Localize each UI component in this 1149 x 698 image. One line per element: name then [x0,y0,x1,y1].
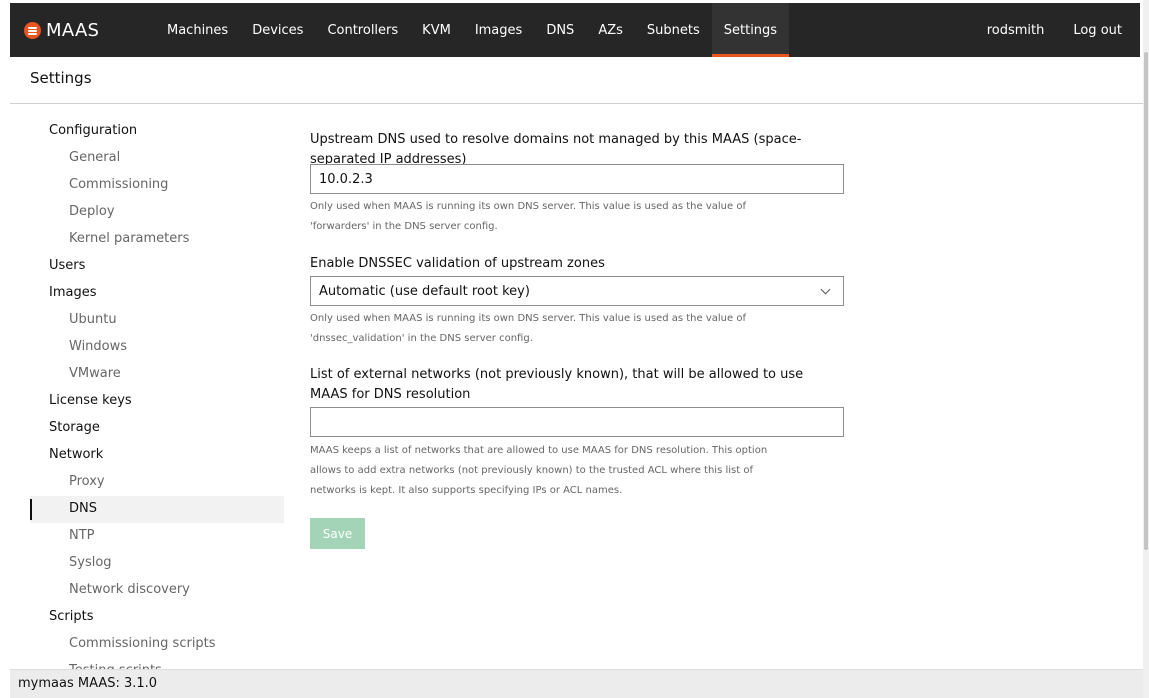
nav-kvm[interactable]: KVM [410,3,463,57]
sidebar-item-users[interactable]: Users [30,253,284,280]
sidebar-item-ntp[interactable]: NTP [30,523,284,550]
sidebar-item-scripts[interactable]: Scripts [30,604,284,631]
save-button[interactable]: Save [310,518,365,549]
scrollbar-thumb[interactable] [1144,52,1148,550]
page-title: Settings [30,69,92,87]
maas-logo-icon [24,21,41,39]
settings-sidebar: Configuration General Commissioning Depl… [30,118,284,685]
upstream-dns-help: Only used when MAAS is running its own D… [310,201,746,232]
nav-logout[interactable]: Log out [1061,3,1140,57]
nav-azs[interactable]: AZs [586,3,635,57]
sidebar-item-vmware[interactable]: VMware [30,361,284,388]
dnssec-select[interactable]: Automatic (use default root key) [310,276,844,306]
nav-right: rodsmith Log out [975,3,1140,57]
external-networks-input[interactable] [310,407,844,437]
sidebar-item-ubuntu[interactable]: Ubuntu [30,307,284,334]
sidebar-item-dns[interactable]: DNS [30,496,284,523]
chevron-down-icon [820,284,831,294]
sidebar-item-network[interactable]: Network [30,442,284,469]
external-networks-help: MAAS keeps a list of networks that are a… [310,445,768,496]
sidebar-item-general[interactable]: General [30,145,284,172]
nav-user[interactable]: rodsmith [975,3,1062,57]
nav-machines[interactable]: Machines [155,3,240,57]
external-networks-label: List of external networks (not previousl… [310,367,804,402]
sidebar-item-network-discovery[interactable]: Network discovery [30,577,284,604]
dnssec-label: Enable DNSSEC validation of upstream zon… [310,256,605,271]
sidebar-item-images[interactable]: Images [30,280,284,307]
nav-images[interactable]: Images [463,3,535,57]
sidebar-item-configuration[interactable]: Configuration [30,118,284,145]
sidebar-item-windows[interactable]: Windows [30,334,284,361]
nav-devices[interactable]: Devices [240,3,315,57]
footer-version-number: 3.1.0 [124,676,158,691]
page-scrollbar[interactable] [1143,0,1149,698]
nav-settings[interactable]: Settings [711,3,790,57]
brand[interactable]: MAAS [10,3,155,57]
sidebar-item-commissioning[interactable]: Commissioning [30,172,284,199]
page-header: Settings [10,57,1143,104]
brand-name: MAAS [46,19,100,41]
sidebar-item-syslog[interactable]: Syslog [30,550,284,577]
nav-subnets[interactable]: Subnets [635,3,712,57]
sidebar-item-kernel-parameters[interactable]: Kernel parameters [30,226,284,253]
dnssec-help: Only used when MAAS is running its own D… [310,313,746,344]
footer-version: mymaas MAAS: 3.1.0 [18,676,157,691]
upstream-dns-input[interactable] [310,164,844,194]
sidebar-item-deploy[interactable]: Deploy [30,199,284,226]
footer: mymaas MAAS: 3.1.0 [10,669,1143,698]
sidebar-item-license-keys[interactable]: License keys [30,388,284,415]
nav-dns[interactable]: DNS [534,3,586,57]
sidebar-item-commissioning-scripts[interactable]: Commissioning scripts [30,631,284,658]
footer-maas-name: mymaas MAAS: [18,676,120,691]
sidebar-item-proxy[interactable]: Proxy [30,469,284,496]
sidebar-item-storage[interactable]: Storage [30,415,284,442]
dnssec-selected-value: Automatic (use default root key) [319,283,530,299]
nav-controllers[interactable]: Controllers [315,3,410,57]
top-navigation: MAAS Machines Devices Controllers KVM Im… [10,3,1140,57]
